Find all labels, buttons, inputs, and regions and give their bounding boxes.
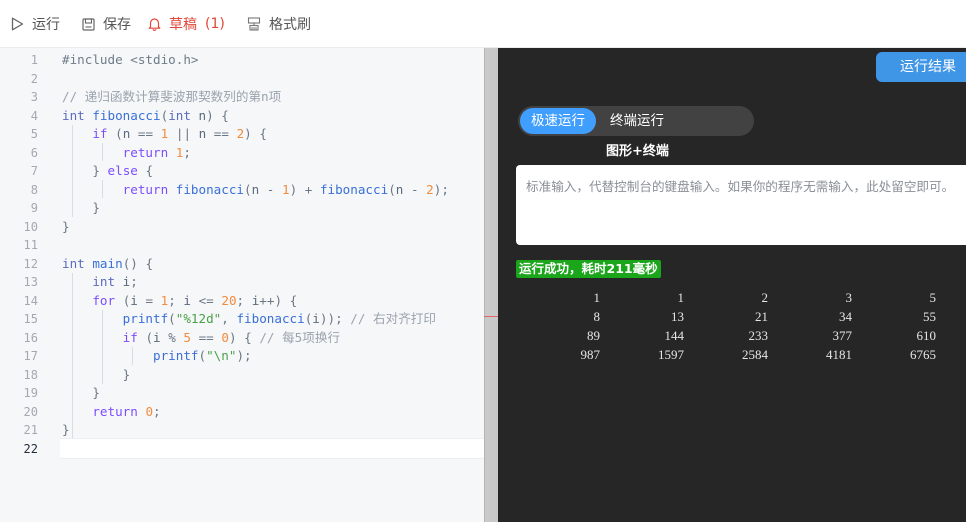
code-line: int i; (92, 274, 138, 289)
format-brush-button[interactable]: 格式刷 (247, 14, 311, 34)
code-line: // 递归函数计算斐波那契数列的第n项 (62, 89, 282, 104)
code-line: return fibonacci(n - 1) + fibonacci(n - … (122, 181, 449, 197)
line-number: 20 (23, 404, 38, 419)
output-row: 89 144 233 377 610 (516, 326, 946, 345)
output-value: 1 (593, 290, 601, 305)
save-button[interactable]: 保存 (82, 14, 131, 34)
format-brush-label: 格式刷 (269, 17, 311, 33)
line-number-active: 22 (23, 441, 38, 456)
line-number: 5 (30, 127, 38, 141)
line-number: 15 (23, 312, 38, 326)
line-number: 2 (30, 71, 38, 86)
line-number: 8 (30, 182, 38, 197)
run-panel: 运行结果 极速运行 终端运行 图形+终端 标准输入，代替控制台的键盘输入。如果你… (498, 48, 966, 522)
code-line: return 1; (122, 144, 191, 160)
run-label: 运行 (32, 17, 60, 33)
code-editor[interactable]: 1 2 3 4 5 6 7 8 9 10 11 12 13 14 15 16 1… (0, 48, 484, 522)
output-value: 1597 (658, 347, 684, 362)
line-number: 16 (23, 330, 38, 345)
line-number: 18 (23, 367, 38, 382)
run-button[interactable]: 运行 (11, 14, 60, 34)
output-value: 13 (671, 309, 684, 324)
draft-button[interactable]: 草稿 (1) (148, 14, 225, 34)
output-value: 233 (748, 328, 769, 343)
bell-icon (148, 17, 161, 31)
line-number: 12 (23, 256, 38, 271)
stdin-input[interactable]: 标准输入，代替控制台的键盘输入。如果你的程序无需输入，此处留空即可。 (516, 165, 966, 245)
output-value: 5 (929, 290, 937, 305)
code-line: } else { (92, 163, 154, 178)
line-number: 1 (30, 53, 38, 67)
output-value: 610 (916, 328, 937, 343)
code-line: int main() { (62, 255, 154, 271)
output-row: 1 1 2 3 5 (516, 288, 946, 307)
output-value: 1 (677, 290, 685, 305)
code-line: if (n == 1 || n == 2) { (92, 126, 267, 141)
line-number: 21 (23, 423, 38, 437)
output-value: 2 (761, 290, 769, 305)
code-line: } (62, 218, 70, 234)
line-number: 3 (30, 90, 38, 104)
line-number: 9 (30, 201, 38, 215)
output-value: 2584 (742, 347, 768, 362)
save-icon (82, 17, 95, 31)
line-number: 4 (30, 108, 38, 123)
splitter-marker (484, 316, 498, 317)
toolbar: 运行 保存 草稿 (1) 格式刷 (0, 0, 966, 48)
play-icon (11, 17, 24, 31)
pane-splitter[interactable] (484, 48, 498, 522)
code-line: int fibonacci(int n) { (62, 107, 229, 123)
line-number: 6 (30, 145, 38, 160)
output-value: 6765 (910, 347, 936, 362)
output-row: 987 1597 2584 4181 6765 (516, 345, 946, 364)
line-number: 19 (23, 386, 38, 400)
line-number: 14 (23, 293, 38, 308)
code-line: return 0; (92, 403, 161, 419)
output-value: 21 (755, 309, 768, 324)
graphic-terminal-option[interactable]: 图形+终端 (606, 140, 669, 159)
output-value: 377 (832, 328, 853, 343)
run-result-tab[interactable]: 运行结果 (876, 52, 966, 82)
line-number: 13 (23, 275, 38, 289)
output-value: 3 (845, 290, 853, 305)
output-value: 34 (839, 309, 852, 324)
code-line: } (92, 200, 100, 215)
terminal-run-button[interactable]: 终端运行 (602, 108, 720, 134)
code-line: } (122, 366, 131, 382)
draft-count: (1) (205, 16, 225, 32)
program-output: 1 1 2 3 5 8 13 21 34 55 89 144 233 377 6… (516, 288, 946, 364)
output-value: 8 (593, 309, 601, 324)
output-value: 987 (580, 347, 601, 362)
output-value: 4181 (826, 347, 852, 362)
run-status-badge: 运行成功，耗时211毫秒 (516, 260, 661, 278)
code-line: printf("\n"); (153, 348, 252, 363)
line-number: 17 (23, 349, 38, 363)
line-number-gutter: 1 2 3 4 5 6 7 8 9 10 11 12 13 14 15 16 1… (0, 48, 48, 522)
line-number: 10 (23, 219, 38, 234)
output-value: 55 (923, 309, 936, 324)
output-row: 8 13 21 34 55 (516, 307, 946, 326)
code-line: for (i = 1; i <= 20; i++) { (92, 292, 298, 308)
line-number: 7 (30, 164, 38, 178)
fast-run-button[interactable]: 极速运行 (520, 108, 596, 134)
format-brush-icon (247, 17, 261, 31)
run-mode-switch: 极速运行 终端运行 (518, 106, 754, 136)
save-label: 保存 (103, 17, 131, 33)
code-line: } (92, 385, 100, 400)
code-area[interactable]: #include <stdio.h> // 递归函数计算斐波那契数列的第n项 i… (60, 48, 484, 522)
code-line: #include <stdio.h> (62, 52, 199, 67)
active-line-highlight (60, 438, 484, 459)
code-line: } (62, 422, 70, 437)
code-line: if (i % 5 == 0) { // 每5项换行 (122, 329, 341, 345)
output-value: 89 (587, 328, 600, 343)
output-value: 144 (664, 328, 685, 343)
code-line: printf("%12d", fibonacci(i)); // 右对齐打印 (122, 311, 436, 326)
line-number: 11 (23, 238, 38, 252)
draft-label: 草稿 (169, 17, 197, 33)
